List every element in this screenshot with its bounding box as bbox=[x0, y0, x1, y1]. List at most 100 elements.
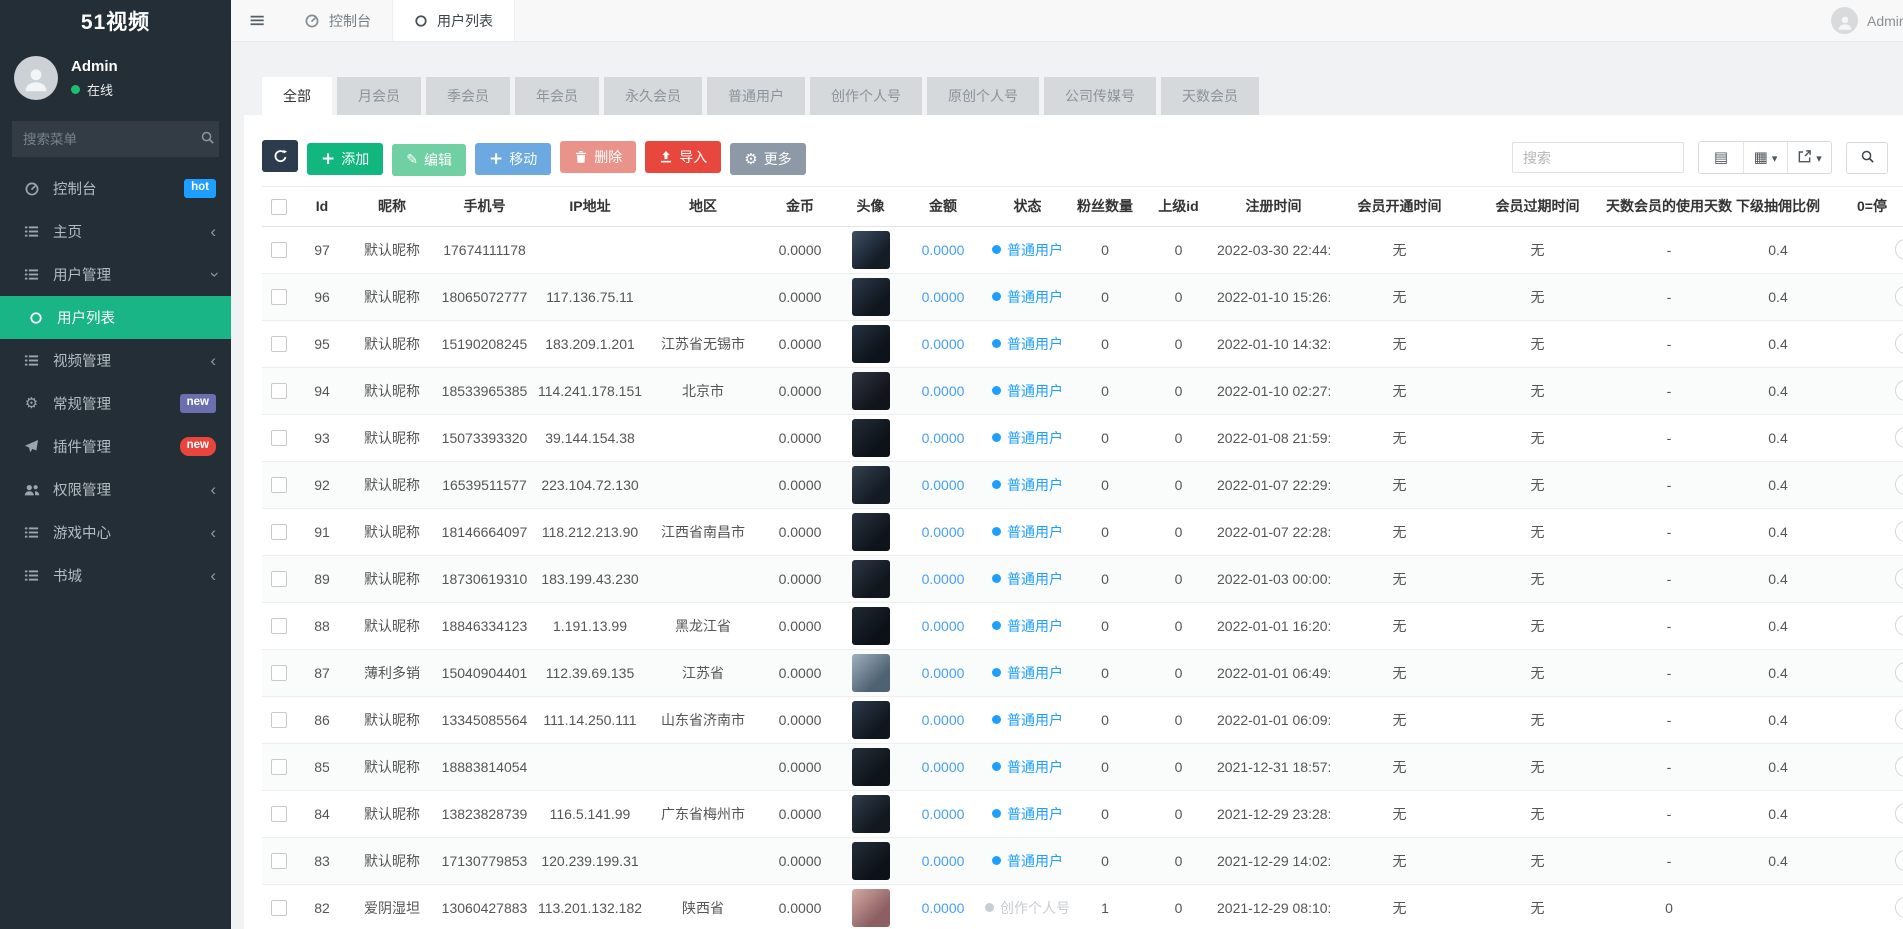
sidebar-item-console[interactable]: 控制台hot bbox=[0, 167, 231, 210]
sidebar-item-user-list[interactable]: 用户列表 bbox=[0, 296, 231, 339]
table-search-input[interactable] bbox=[1512, 142, 1684, 173]
avatar-image[interactable] bbox=[852, 419, 890, 457]
sidebar-item-book-city[interactable]: 书城‹ bbox=[0, 554, 231, 597]
grid-view-button[interactable]: ▦▾ bbox=[1743, 142, 1787, 173]
sidebar-item-general-management[interactable]: ⚙常规管理new bbox=[0, 382, 231, 425]
row-checkbox[interactable] bbox=[271, 665, 287, 681]
row-checkbox[interactable] bbox=[271, 289, 287, 305]
avatar-image[interactable] bbox=[852, 795, 890, 833]
row-checkbox[interactable] bbox=[271, 524, 287, 540]
row-checkbox[interactable] bbox=[271, 571, 287, 587]
amount-link[interactable]: 0.0000 bbox=[922, 289, 965, 305]
status-toggle[interactable] bbox=[1895, 850, 1903, 871]
amount-link[interactable]: 0.0000 bbox=[922, 336, 965, 352]
avatar-image[interactable] bbox=[852, 325, 890, 363]
category-tab[interactable]: 永久会员 bbox=[604, 77, 702, 115]
status-toggle[interactable] bbox=[1895, 756, 1903, 777]
avatar-image[interactable] bbox=[852, 372, 890, 410]
amount-link[interactable]: 0.0000 bbox=[922, 383, 965, 399]
category-tab[interactable]: 月会员 bbox=[337, 77, 421, 115]
topbar-user[interactable]: Admin bbox=[1831, 0, 1903, 41]
avatar-image[interactable] bbox=[852, 748, 890, 786]
amount-link[interactable]: 0.0000 bbox=[922, 242, 965, 258]
category-tab[interactable]: 天数会员 bbox=[1161, 77, 1259, 115]
amount-link[interactable]: 0.0000 bbox=[922, 900, 965, 916]
row-checkbox[interactable] bbox=[271, 336, 287, 352]
sidebar-item-game-center[interactable]: 游戏中心‹ bbox=[0, 511, 231, 554]
status-toggle[interactable] bbox=[1895, 239, 1903, 260]
amount-link[interactable]: 0.0000 bbox=[922, 618, 965, 634]
row-checkbox[interactable] bbox=[271, 712, 287, 728]
category-tab[interactable]: 创作个人号 bbox=[810, 77, 922, 115]
avatar-image[interactable] bbox=[852, 278, 890, 316]
amount-link[interactable]: 0.0000 bbox=[922, 524, 965, 540]
category-tab[interactable]: 全部 bbox=[262, 77, 332, 115]
tab-console[interactable]: 控制台 bbox=[283, 0, 392, 41]
status-toggle[interactable] bbox=[1895, 427, 1903, 448]
add-button[interactable]: +添加 bbox=[307, 143, 383, 175]
table-view-button[interactable]: ▤ bbox=[1699, 142, 1743, 173]
sidebar-item-permission-management[interactable]: 权限管理‹ bbox=[0, 468, 231, 511]
amount-link[interactable]: 0.0000 bbox=[922, 853, 965, 869]
avatar-image[interactable] bbox=[852, 842, 890, 880]
status-toggle[interactable] bbox=[1895, 474, 1903, 495]
sidebar-item-user-management[interactable]: 用户管理‹ bbox=[0, 253, 231, 296]
avatar-image[interactable] bbox=[852, 513, 890, 551]
row-checkbox[interactable] bbox=[271, 618, 287, 634]
status-toggle[interactable] bbox=[1895, 380, 1903, 401]
status-toggle[interactable] bbox=[1895, 333, 1903, 354]
row-checkbox[interactable] bbox=[271, 477, 287, 493]
status-toggle[interactable] bbox=[1895, 803, 1903, 824]
amount-link[interactable]: 0.0000 bbox=[922, 759, 965, 775]
export-button[interactable]: ▾ bbox=[1787, 142, 1831, 173]
status-toggle[interactable] bbox=[1895, 568, 1903, 589]
avatar-image[interactable] bbox=[852, 654, 890, 692]
select-all-checkbox[interactable] bbox=[271, 199, 287, 215]
row-checkbox[interactable] bbox=[271, 430, 287, 446]
table-row: 86默认昵称13345085564111.14.250.111山东省济南市0.0… bbox=[262, 696, 1903, 743]
sidebar-search-input[interactable] bbox=[23, 132, 200, 147]
amount-link[interactable]: 0.0000 bbox=[922, 477, 965, 493]
move-button[interactable]: +移动 bbox=[475, 143, 551, 175]
status-toggle[interactable] bbox=[1895, 709, 1903, 730]
search-button[interactable] bbox=[1846, 142, 1888, 174]
status-toggle[interactable] bbox=[1895, 662, 1903, 683]
status-toggle[interactable] bbox=[1895, 286, 1903, 307]
avatar[interactable] bbox=[14, 56, 58, 100]
row-checkbox[interactable] bbox=[271, 383, 287, 399]
avatar-image[interactable] bbox=[852, 607, 890, 645]
sidebar-item-plugin-management[interactable]: 插件管理new bbox=[0, 425, 231, 468]
amount-link[interactable]: 0.0000 bbox=[922, 712, 965, 728]
category-tab[interactable]: 年会员 bbox=[515, 77, 599, 115]
sidebar-item-video-management[interactable]: 视频管理‹ bbox=[0, 339, 231, 382]
row-checkbox[interactable] bbox=[271, 853, 287, 869]
avatar-image[interactable] bbox=[852, 466, 890, 504]
delete-button[interactable]: 删除 bbox=[560, 141, 636, 173]
row-checkbox[interactable] bbox=[271, 806, 287, 822]
tab-user-list[interactable]: 用户列表 bbox=[392, 0, 515, 41]
amount-link[interactable]: 0.0000 bbox=[922, 806, 965, 822]
amount-link[interactable]: 0.0000 bbox=[922, 430, 965, 446]
edit-button[interactable]: ✎编辑 bbox=[392, 144, 466, 176]
amount-link[interactable]: 0.0000 bbox=[922, 571, 965, 587]
avatar-image[interactable] bbox=[852, 889, 890, 927]
row-checkbox[interactable] bbox=[271, 900, 287, 916]
status-toggle[interactable] bbox=[1895, 615, 1903, 636]
category-tab[interactable]: 公司传媒号 bbox=[1044, 77, 1156, 115]
category-tab[interactable]: 原创个人号 bbox=[927, 77, 1039, 115]
avatar-image[interactable] bbox=[852, 560, 890, 598]
sidebar-item-home[interactable]: 主页‹ bbox=[0, 210, 231, 253]
category-tab[interactable]: 普通用户 bbox=[707, 77, 805, 115]
category-tab[interactable]: 季会员 bbox=[426, 77, 510, 115]
status-toggle[interactable] bbox=[1895, 521, 1903, 542]
status-toggle[interactable] bbox=[1895, 897, 1903, 918]
avatar-image[interactable] bbox=[852, 701, 890, 739]
import-button[interactable]: 导入 bbox=[645, 141, 721, 173]
row-checkbox[interactable] bbox=[271, 759, 287, 775]
avatar-image[interactable] bbox=[852, 231, 890, 269]
more-button[interactable]: ⚙更多 bbox=[730, 143, 805, 175]
refresh-button[interactable] bbox=[262, 140, 298, 172]
hamburger-icon[interactable]: ≡ bbox=[231, 0, 283, 41]
row-checkbox[interactable] bbox=[271, 242, 287, 258]
amount-link[interactable]: 0.0000 bbox=[922, 665, 965, 681]
